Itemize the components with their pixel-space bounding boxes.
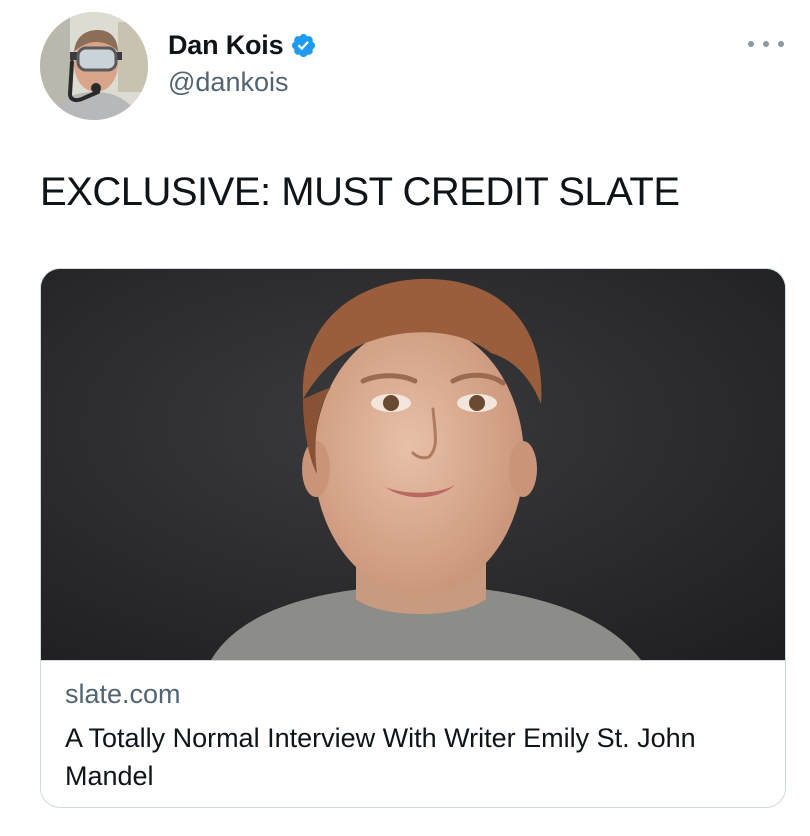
- author-display-name[interactable]: Dan Kois: [168, 30, 284, 61]
- tweet: Dan Kois @dankois EXCLUSIVE: MUST CREDIT…: [0, 0, 810, 836]
- more-dot: [763, 41, 769, 47]
- link-card-image[interactable]: [41, 269, 785, 661]
- link-card-domain: slate.com: [65, 679, 181, 709]
- avatar-photo-icon: [40, 12, 148, 120]
- link-card-title[interactable]: A Totally Normal Interview With Writer E…: [65, 719, 755, 795]
- portrait-photo-icon: [41, 269, 785, 660]
- more-dot: [778, 41, 784, 47]
- tweet-text: EXCLUSIVE: MUST CREDIT SLATE: [40, 170, 680, 214]
- author-handle[interactable]: @dankois: [168, 67, 288, 98]
- more-options-icon[interactable]: [748, 32, 784, 56]
- link-card[interactable]: slate.com A Totally Normal Interview Wit…: [40, 268, 786, 808]
- more-dot: [748, 41, 754, 47]
- verified-badge-icon: [290, 32, 317, 59]
- author-avatar[interactable]: [40, 12, 148, 120]
- author-name-row[interactable]: Dan Kois: [168, 27, 317, 63]
